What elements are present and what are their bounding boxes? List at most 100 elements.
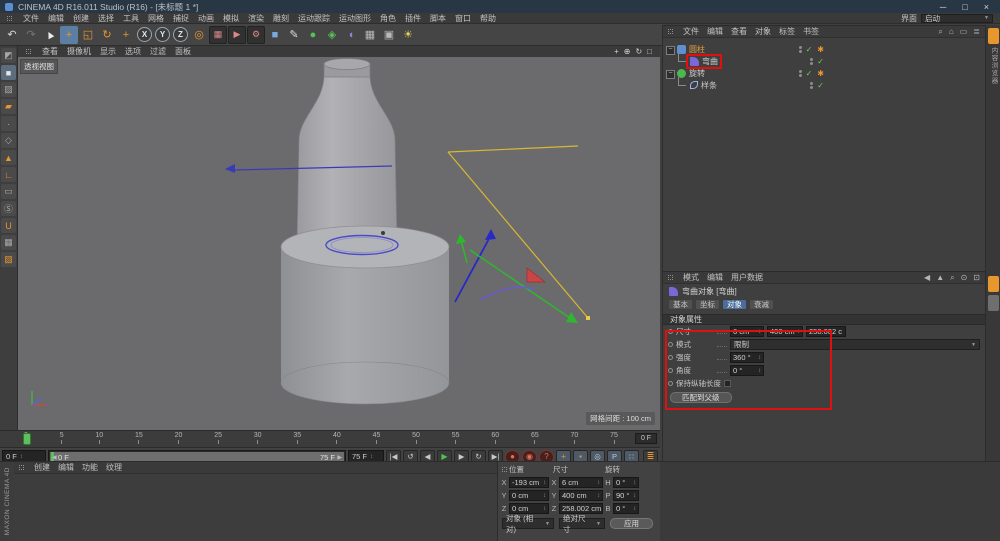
phong-tag-icon[interactable]: ✱ [817,69,824,78]
structure-tab[interactable] [988,295,999,311]
current-frame-field[interactable]: 0 F [635,433,657,444]
layer-tab[interactable] [988,276,999,292]
attribute-tab[interactable]: 坐标 [695,299,720,310]
object-tree-row[interactable]: 弯曲 ✓ ✱ [666,55,824,67]
visibility-dots[interactable] [799,70,802,77]
apply-button[interactable]: 应用 [610,518,653,529]
minimize-button[interactable]: ─ [940,2,946,12]
fit-to-parent-button[interactable]: 匹配到父级 [670,392,732,403]
spinner-arrows-icon[interactable]: ↕ [20,454,23,460]
menu-item[interactable]: 模拟 [223,13,239,24]
viewport-menu-item[interactable]: 查看 [42,46,58,57]
texture-mode-icon[interactable]: ▨ [1,82,16,97]
om-menu-item[interactable]: 对象 [755,26,771,37]
menu-item[interactable]: 编辑 [48,13,64,24]
om-minimize-icon[interactable]: ▭ [960,27,968,37]
expand-toggle[interactable] [666,68,675,79]
keyframe-circle-icon[interactable] [668,355,673,360]
toggle-view-icon[interactable]: □ [647,47,652,56]
om-layout-icon[interactable]: ≣ [973,27,980,37]
subdivision-surface-icon[interactable]: ● [304,26,322,44]
object-tree-row[interactable]: 圆柱 ✓ ✱ [666,43,824,55]
viewport-menu-item[interactable]: 摄像机 [67,46,91,57]
size-mode-dropdown[interactable]: 绝对尺寸▼ [559,518,605,529]
size-y-field[interactable]: 400 cm↕ [559,490,603,501]
slider-left-arrow-icon[interactable]: ◀ [52,454,57,461]
content-browser-tab[interactable] [988,28,999,44]
viewport-menu-item[interactable]: 过滤 [150,46,166,57]
menu-item[interactable]: 网格 [148,13,164,24]
keyframe-circle-icon[interactable] [668,368,673,373]
keyframe-circle-icon[interactable] [668,342,673,347]
lock-z-axis-icon[interactable]: Z [173,27,188,42]
visibility-dots[interactable] [799,46,802,53]
phong-tag-icon[interactable]: ✱ [817,45,824,54]
visibility-dots[interactable] [810,58,813,65]
object-name[interactable]: 弯曲 [702,56,718,67]
rotate-tool-icon[interactable]: ↻ [98,26,116,44]
viewport-canvas[interactable] [18,57,660,430]
mode-dropdown[interactable]: 限制▼ [730,339,980,350]
expand-toggle[interactable] [666,44,675,55]
polygons-mode-icon[interactable]: ▲ [1,150,16,165]
attribute-tab[interactable]: 基本 [668,299,693,310]
menu-item[interactable]: 渲染 [248,13,264,24]
size-x-field[interactable]: 6 cm↕ [559,477,603,488]
strength-field[interactable]: 360 °↕ [730,352,764,363]
render-settings-icon[interactable]: ⚙ [247,26,265,44]
rotate-view-icon[interactable]: ↻ [635,47,642,56]
workplane-lock-icon[interactable]: ▦ [1,235,16,250]
timeline-playhead[interactable] [23,433,31,445]
last-tool-icon[interactable]: + [117,26,135,44]
om-menu-item[interactable]: 标签 [779,26,795,37]
generators-icon[interactable]: ◈ [323,26,341,44]
rotation-b-field[interactable]: 0 °↕ [613,503,639,514]
object-name[interactable]: 圆柱 [689,44,705,55]
menu-item[interactable]: 动画 [198,13,214,24]
am-menu-item[interactable]: 模式 [683,272,699,283]
object-name[interactable]: 旋转 [689,68,705,79]
undo-icon[interactable]: ↶ [3,26,21,44]
object-tree-row[interactable]: 旋转 ✓ ✱ [666,67,824,79]
panel-grip[interactable] [26,49,31,54]
om-menu-item[interactable]: 编辑 [707,26,723,37]
slider-right-arrow-icon[interactable]: ▶ [337,454,342,461]
scale-tool-icon[interactable]: ◱ [79,26,97,44]
interface-dropdown[interactable]: 启动▼ [921,14,993,23]
snap-settings-icon[interactable]: Ⓢ [1,201,16,216]
enable-check-icon[interactable]: ✓ [817,81,824,90]
close-button[interactable]: × [984,2,989,12]
menu-item[interactable]: 工具 [123,13,139,24]
enable-check-icon[interactable]: ✓ [817,57,824,66]
menu-item[interactable]: 窗口 [455,13,471,24]
material-menu-item[interactable]: 功能 [82,462,98,473]
viewport-menu-item[interactable]: 选项 [125,46,141,57]
move-tool-icon[interactable]: + [60,26,78,44]
live-selection-icon[interactable]: ▲ [38,22,62,46]
rotation-p-field[interactable]: 90 °↕ [613,490,639,501]
am-up-icon[interactable]: ▲ [936,273,944,283]
points-mode-icon[interactable]: ∙ [1,116,16,131]
size-y-field[interactable]: 400 cm↕ [767,326,803,337]
om-search-icon[interactable]: ⌕ [938,27,942,37]
menu-item[interactable]: 运动图形 [339,13,371,24]
attribute-tab[interactable]: 对象 [722,299,747,310]
size-z-field[interactable]: 258.002 c↕ [806,326,846,337]
position-y-field[interactable]: 0 cm↕ [509,490,549,501]
menu-item[interactable]: 雕刻 [273,13,289,24]
viewport-menu-item[interactable]: 显示 [100,46,116,57]
menu-item[interactable]: 选择 [98,13,114,24]
angle-field[interactable]: 0 °↕ [730,365,764,376]
material-menu-item[interactable]: 创建 [34,462,50,473]
keep-length-checkbox[interactable] [724,380,731,387]
magnet-snap-icon[interactable]: U [1,218,16,233]
zoom-view-icon[interactable]: ⊕ [624,47,631,56]
panel-grip[interactable] [7,16,12,21]
expand-toggle[interactable] [678,53,686,62]
menu-item[interactable]: 运动跟踪 [298,13,330,24]
enable-check-icon[interactable]: ✓ [806,45,813,54]
menu-item[interactable]: 插件 [405,13,421,24]
visibility-dots[interactable] [810,82,813,89]
lock-y-axis-icon[interactable]: Y [155,27,170,42]
keyframe-circle-icon[interactable] [668,329,673,334]
